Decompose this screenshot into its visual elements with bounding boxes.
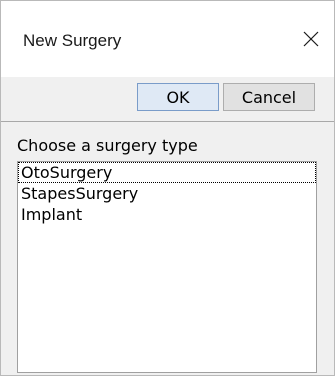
ok-button[interactable]: OK bbox=[137, 83, 219, 111]
dialog-content: Choose a surgery type OtoSurgery StapesS… bbox=[1, 122, 334, 375]
list-item-otosurgery[interactable]: OtoSurgery bbox=[18, 162, 316, 183]
dialog-title: New Surgery bbox=[23, 31, 122, 50]
list-item-implant[interactable]: Implant bbox=[18, 204, 316, 225]
close-icon bbox=[303, 31, 319, 47]
list-item-stapessurgery[interactable]: StapesSurgery bbox=[18, 183, 316, 204]
button-bar: OK Cancel bbox=[1, 77, 334, 122]
close-button[interactable] bbox=[288, 19, 334, 59]
surgery-type-list[interactable]: OtoSurgery StapesSurgery Implant bbox=[17, 161, 317, 373]
new-surgery-dialog: New Surgery OK Cancel Choose a surgery t… bbox=[0, 0, 335, 376]
cancel-button[interactable]: Cancel bbox=[223, 83, 315, 111]
surgery-type-prompt: Choose a surgery type bbox=[17, 136, 198, 155]
title-bar[interactable]: New Surgery bbox=[1, 1, 334, 77]
